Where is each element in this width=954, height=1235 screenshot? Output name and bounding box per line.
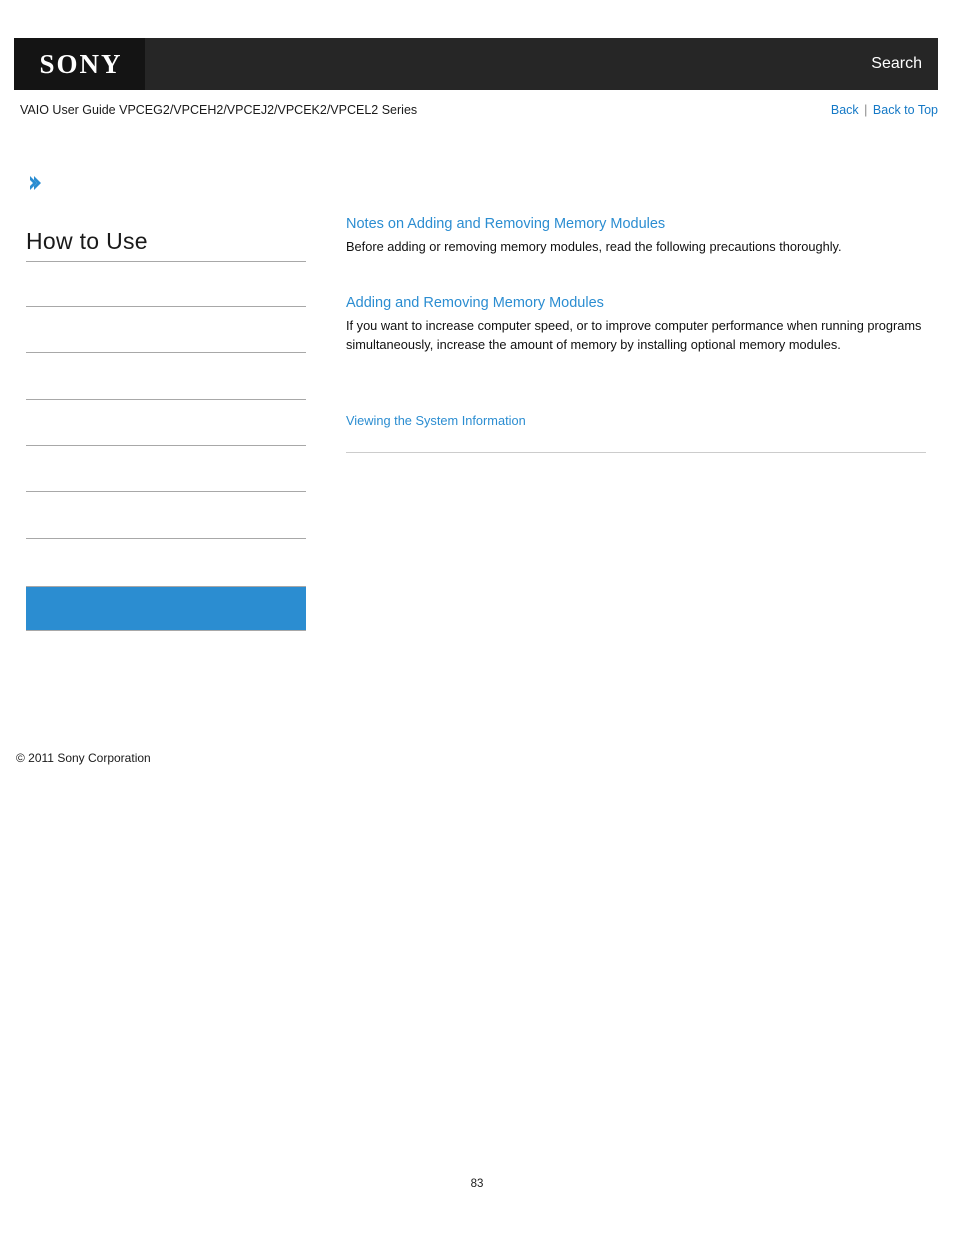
sony-logo-text: SONY [39, 48, 123, 79]
chevron-right-icon[interactable] [26, 174, 44, 192]
sidebar-item-9[interactable] [26, 631, 306, 679]
sidebar-item-4[interactable] [26, 399, 306, 445]
section-2-body: If you want to increase computer speed, … [346, 318, 922, 352]
sidebar-item-3[interactable] [26, 352, 306, 399]
sidebar-item-1[interactable] [26, 261, 306, 306]
section-1-body: Before adding or removing memory modules… [346, 239, 842, 254]
sidebar-item-6[interactable] [26, 491, 306, 538]
subheader: VAIO User Guide VPCEG2/VPCEH2/VPCEJ2/VPC… [0, 101, 954, 123]
sony-logo[interactable]: SONY [14, 38, 145, 90]
content-divider [346, 452, 926, 453]
section-1-heading[interactable]: Notes on Adding and Removing Memory Modu… [346, 214, 926, 234]
page-number: 83 [470, 1178, 484, 1190]
sidebar-item-5[interactable] [26, 445, 306, 491]
nav-separator: | [864, 103, 868, 117]
subheader-nav: Back | Back to Top [831, 101, 938, 119]
copyright-notice: © 2011 Sony Corporation [16, 751, 151, 765]
site-header-bar: SONY Search [14, 38, 938, 90]
sidebar-heading: How to Use [26, 228, 148, 254]
section-2-heading[interactable]: Adding and Removing Memory Modules [346, 293, 926, 313]
sidebar-item-selected[interactable] [26, 586, 306, 631]
sidebar-item-2[interactable] [26, 306, 306, 352]
back-link[interactable]: Back [831, 103, 859, 117]
sidebar-nav-list [26, 261, 306, 679]
related-link-block: Viewing the System Information [346, 412, 926, 430]
sidebar-item-7[interactable] [26, 538, 306, 586]
guide-title: VAIO User Guide VPCEG2/VPCEH2/VPCEJ2/VPC… [20, 103, 418, 117]
back-to-top-link[interactable]: Back to Top [873, 103, 938, 117]
search-button[interactable]: Search [871, 54, 922, 74]
related-link-system-information[interactable]: Viewing the System Information [346, 413, 526, 428]
main-content: Notes on Adding and Removing Memory Modu… [346, 160, 926, 453]
